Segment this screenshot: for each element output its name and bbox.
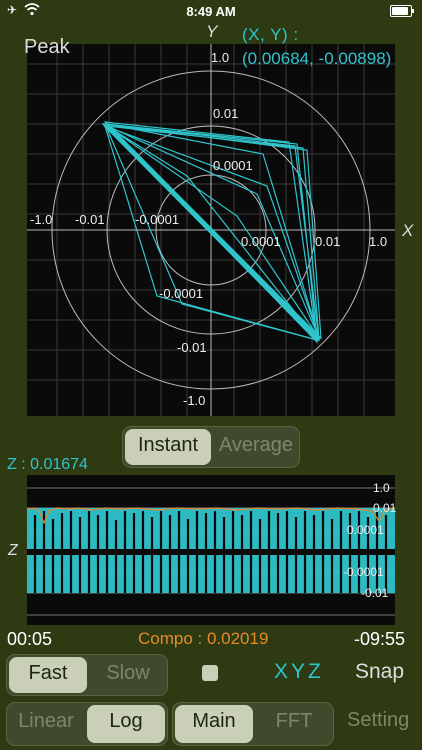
linear-button[interactable]: Linear [7, 703, 85, 745]
x-tick: 0.01 [315, 234, 341, 249]
status-time: 8:49 AM [186, 4, 236, 19]
y-tick: -1.0 [183, 393, 206, 408]
slow-button[interactable]: Slow [89, 655, 167, 695]
xy-readout-value: (0.00684, -0.00898) [242, 49, 392, 68]
z-value-label: Z : 0.01674 [7, 456, 88, 473]
setting-button[interactable]: Setting [347, 709, 409, 732]
y-tick: 1.0 [211, 50, 230, 65]
fast-button[interactable]: Fast [9, 657, 87, 693]
x-tick: 0.0001 [241, 234, 281, 249]
z-tick: -0.0001 [343, 565, 384, 579]
xy-polar-plot[interactable]: 1.0 0.01 0.0001 -0.0001 -0.01 -1.0 -1.0 … [27, 44, 395, 416]
instant-button[interactable]: Instant [125, 429, 211, 465]
battery-icon [390, 5, 414, 17]
peak-label: Peak [24, 36, 70, 58]
xy-trace [101, 121, 322, 344]
view-toggle: Main FFT [172, 702, 334, 746]
x-tick: -0.0001 [135, 212, 180, 227]
elapsed-time: 00:05 [7, 629, 53, 649]
fft-button[interactable]: FFT [255, 703, 333, 745]
x-tick: -1.0 [30, 212, 53, 227]
xy-readout-label: (X, Y) : [242, 25, 299, 44]
z-axis-label: Z [8, 542, 18, 559]
snap-button[interactable]: Snap [355, 660, 404, 684]
x-tick: 1.0 [369, 234, 388, 249]
y-tick: -0.01 [177, 340, 207, 355]
xy-plot-canvas [27, 44, 395, 416]
y-tick: 0.0001 [213, 158, 253, 173]
z-plot[interactable]: 1.0 0.01 0.0001 -0.0001 -0.01 [26, 475, 397, 625]
remaining-time: -09:55 [354, 629, 406, 649]
main-button[interactable]: Main [175, 705, 253, 743]
x-axis-label: X [402, 221, 414, 240]
scale-toggle: Linear Log [6, 702, 168, 746]
y-axis-label: Y [206, 22, 218, 41]
xyz-button[interactable]: XYZ [274, 660, 324, 684]
speed-toggle: Fast Slow [6, 654, 168, 696]
z-tick: 1.0 [373, 481, 390, 495]
z-tick: 0.01 [373, 501, 397, 515]
status-bar: ✈ 8:49 AM [0, 0, 422, 22]
z-tick: 0.0001 [347, 523, 384, 537]
y-tick: 0.01 [213, 106, 239, 121]
y-tick: -0.0001 [159, 286, 204, 301]
z-tick: -0.01 [361, 586, 389, 600]
compo-value: Compo : 0.02019 [138, 629, 269, 648]
z-plot-canvas [26, 487, 396, 616]
average-button[interactable]: Average [213, 427, 299, 467]
mode-toggle: Instant Average [122, 426, 300, 468]
x-tick: -0.01 [75, 212, 105, 227]
log-button[interactable]: Log [87, 705, 165, 743]
checkbox[interactable] [202, 665, 218, 681]
